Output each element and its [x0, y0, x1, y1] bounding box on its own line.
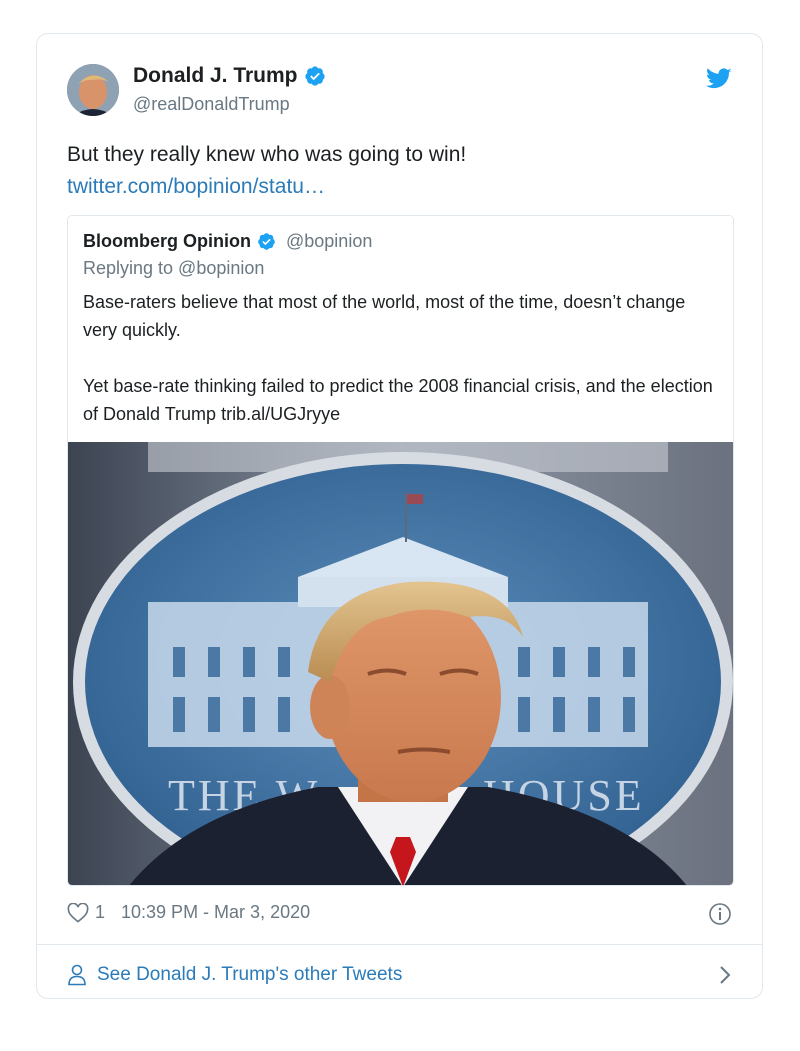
twitter-bird-icon[interactable] — [706, 68, 732, 90]
tweet-embed-card: Donald J. Trump @realDonaldTrump But the… — [36, 33, 763, 999]
quoted-tweet-header: Bloomberg Opinion @bopinion — [83, 231, 372, 252]
quoted-tweet-photo[interactable]: THE W HOUSE — [68, 442, 734, 886]
quoted-author-name[interactable]: Bloomberg Opinion — [83, 231, 251, 252]
tweet-link[interactable]: twitter.com/bopinion/statu… — [67, 172, 325, 202]
see-other-tweets-label: See Donald J. Trump's other Tweets — [97, 964, 403, 985]
quoted-author-handle[interactable]: @bopinion — [286, 231, 372, 252]
tweet-meta: 1 10:39 PM - Mar 3, 2020 — [67, 902, 310, 923]
tweet-timestamp[interactable]: 10:39 PM - Mar 3, 2020 — [121, 902, 310, 923]
chevron-right-icon — [720, 966, 731, 984]
footer-divider — [37, 944, 762, 945]
author-name-text: Donald J. Trump — [133, 64, 298, 87]
author-avatar[interactable] — [67, 64, 119, 116]
verified-badge-icon — [304, 66, 325, 86]
quoted-tweet-text: Base-raters believe that most of the wor… — [83, 288, 723, 456]
like-count: 1 — [95, 902, 106, 922]
quoted-paragraph-2: Yet base-rate thinking failed to predict… — [83, 376, 713, 424]
heart-icon[interactable] — [67, 902, 89, 923]
info-icon[interactable] — [708, 902, 732, 926]
verified-badge-icon — [258, 233, 275, 250]
author-handle[interactable]: @realDonaldTrump — [133, 94, 290, 115]
replying-to-label: Replying to @bopinion — [83, 258, 265, 278]
see-other-tweets-link[interactable]: See Donald J. Trump's other Tweets — [67, 960, 732, 990]
author-name[interactable]: Donald J. Trump — [133, 64, 326, 88]
tweet-text: But they really knew who was going to wi… — [67, 143, 467, 166]
quoted-tweet[interactable]: Bloomberg Opinion @bopinion Replying to … — [67, 215, 734, 886]
avatar-image — [67, 64, 119, 116]
person-icon — [68, 964, 86, 986]
quoted-paragraph-1: Base-raters believe that most of the wor… — [83, 292, 686, 340]
